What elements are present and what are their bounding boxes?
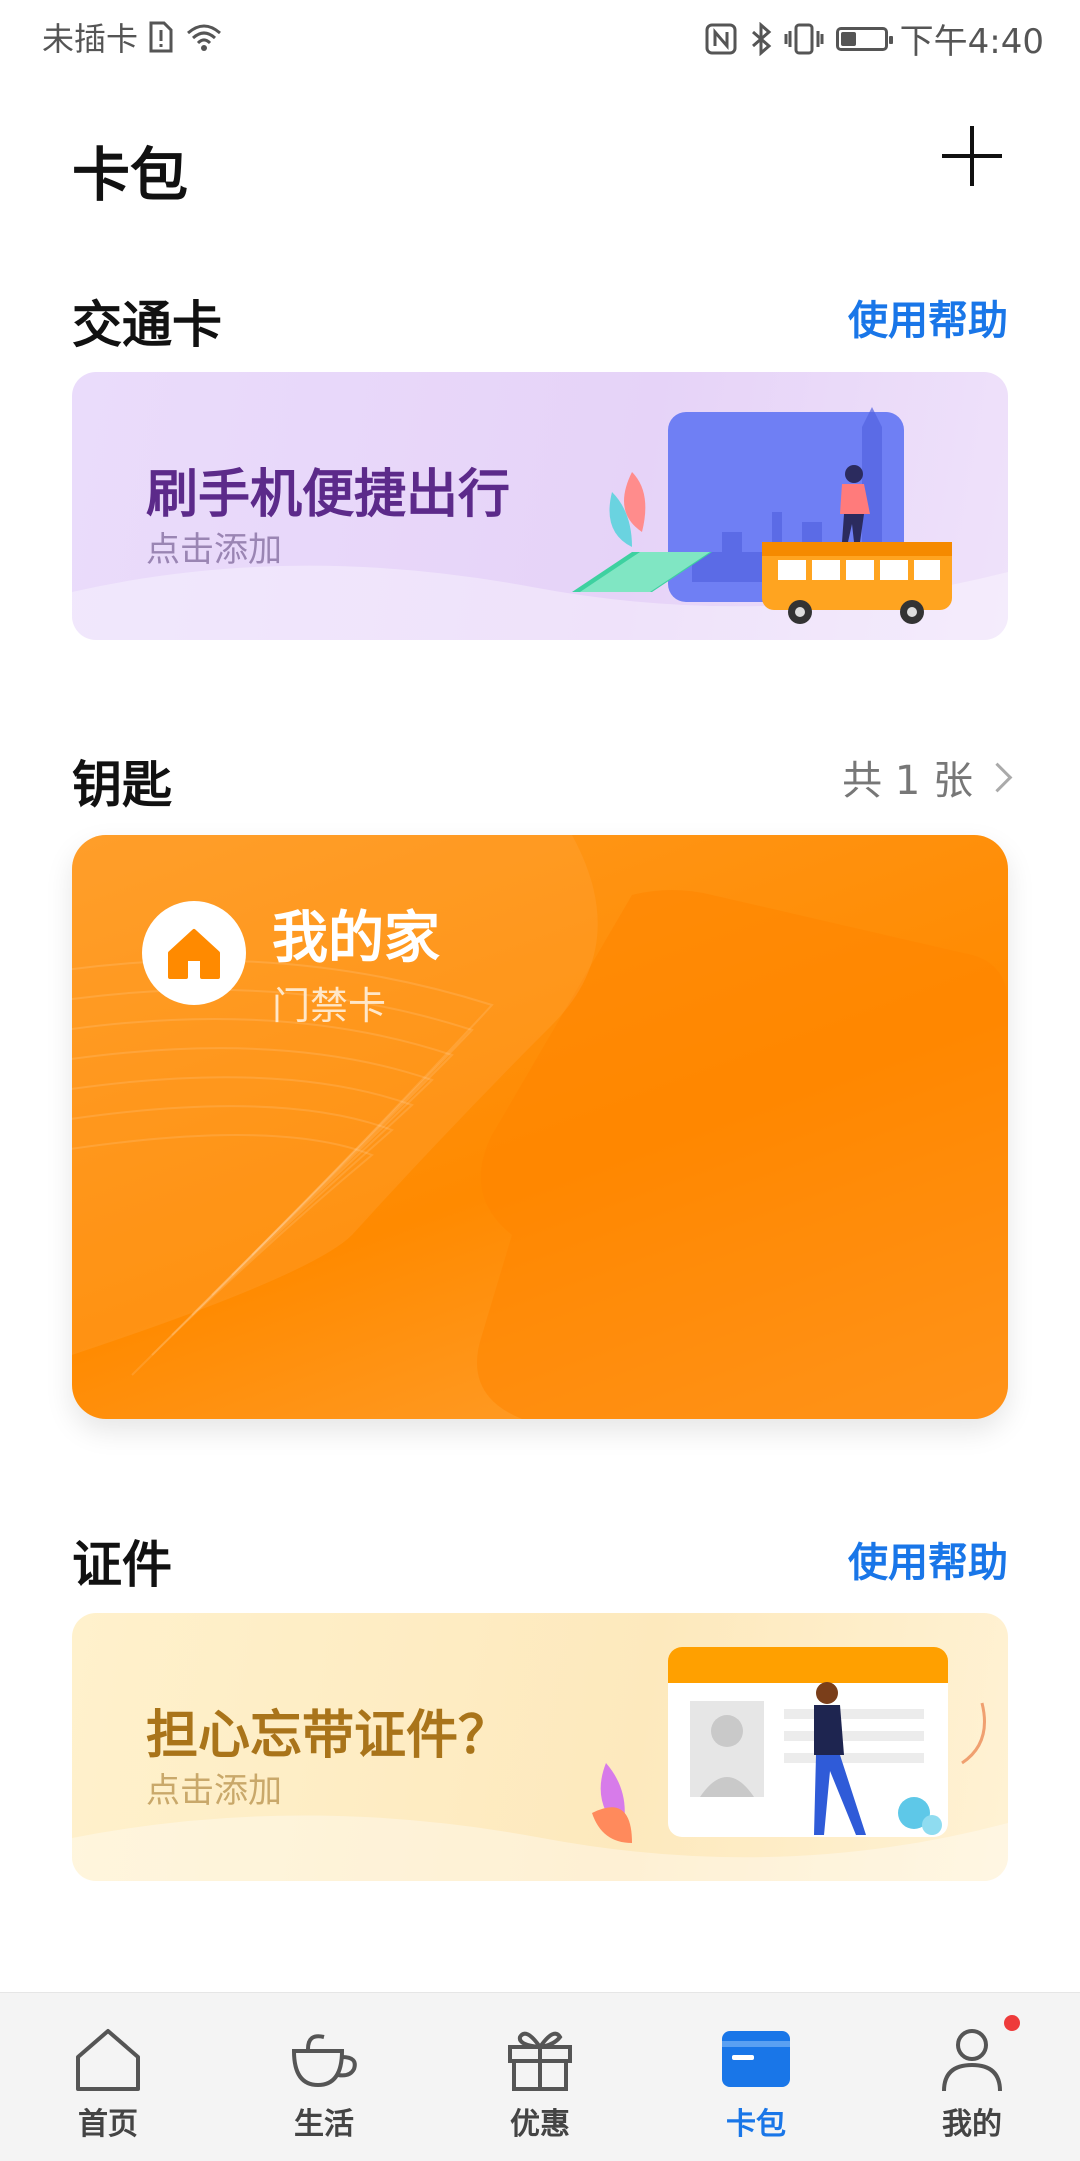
- sim-alert-icon: [149, 21, 173, 53]
- gift-icon: [508, 2031, 572, 2091]
- battery-level: [840, 31, 856, 46]
- page-title: 卡包: [72, 141, 189, 209]
- home-badge: [142, 901, 246, 1005]
- id-promo-subtitle: 点击添加: [146, 1771, 282, 1811]
- ids-help-link[interactable]: 使用帮助: [848, 1530, 1008, 1588]
- tab-label: 我的: [942, 2107, 1002, 2142]
- nfc-icon: [705, 23, 737, 54]
- notification-dot: [1004, 2015, 1020, 2031]
- user-icon: [942, 2029, 1002, 2092]
- key-card-name: 我的家: [272, 906, 440, 971]
- bus-illustration: [572, 407, 952, 624]
- transport-help-link[interactable]: 使用帮助: [848, 288, 1008, 346]
- keys-section-title: 钥匙: [72, 756, 172, 814]
- tab-me[interactable]: 我的: [864, 1993, 1080, 2161]
- status-left: 未插卡: [42, 14, 224, 60]
- transport-promo-card[interactable]: 刷手机便捷出行 点击添加: [72, 372, 1008, 640]
- tab-label: 生活: [294, 2107, 354, 2142]
- battery-icon: [835, 26, 893, 51]
- add-card-button[interactable]: [936, 120, 1008, 192]
- tab-card-wallet[interactable]: 卡包: [648, 1993, 864, 2161]
- card-icon: [722, 2031, 790, 2087]
- bluetooth-icon: [751, 21, 771, 56]
- chevron-right-icon: [982, 762, 1013, 792]
- clock: 下午4:40: [899, 22, 1044, 62]
- id-promo-card[interactable]: 担心忘带证件？ 点击添加: [72, 1613, 1008, 1881]
- id-card-illustration: [592, 1647, 986, 1843]
- home-icon: [168, 929, 220, 979]
- home-icon: [76, 2029, 140, 2091]
- tab-label: 优惠: [510, 2107, 570, 2142]
- tab-label: 卡包: [726, 2107, 786, 2142]
- bottom-tab-bar: 首页 生活 优惠 卡包 我的: [0, 1992, 1080, 2161]
- carrier-text: 未插卡: [42, 20, 139, 58]
- keys-count-text: 共 1 张: [842, 758, 973, 804]
- ids-section-title: 证件: [72, 1536, 172, 1594]
- cup-icon: [291, 2034, 357, 2088]
- status-bar: 未插卡 下午4:40: [0, 0, 1080, 76]
- status-right: 下午4:40: [704, 14, 1044, 63]
- tab-label: 首页: [78, 2107, 138, 2142]
- transport-promo-subtitle: 点击添加: [146, 530, 282, 570]
- tab-life[interactable]: 生活: [216, 1993, 432, 2161]
- keys-count-link[interactable]: 共 1 张: [842, 748, 1013, 806]
- transport-promo-title: 刷手机便捷出行: [146, 465, 511, 525]
- vibrate-icon: [784, 23, 824, 54]
- transport-section-title: 交通卡: [72, 296, 222, 354]
- id-promo-title: 担心忘带证件？: [146, 1706, 511, 1766]
- home-key-card[interactable]: 我的家 门禁卡: [72, 835, 1008, 1419]
- key-card-type: 门禁卡: [272, 984, 387, 1028]
- tab-offers[interactable]: 优惠: [432, 1993, 648, 2161]
- tab-home[interactable]: 首页: [0, 1993, 216, 2161]
- wifi-icon: [187, 24, 222, 51]
